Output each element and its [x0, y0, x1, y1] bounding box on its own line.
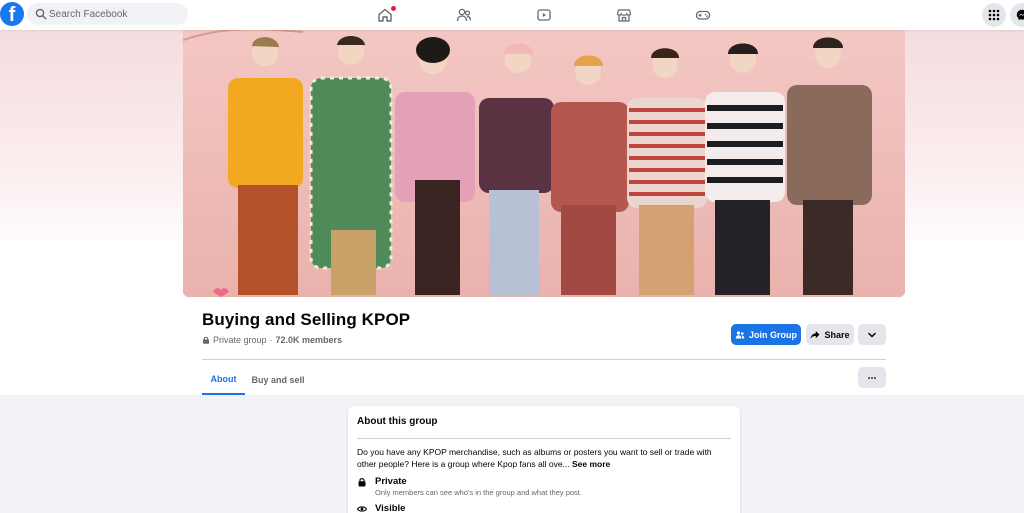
friends-icon	[456, 8, 472, 22]
nav-tab-friends[interactable]	[434, 0, 494, 30]
cover-photo[interactable]	[183, 30, 905, 297]
top-navigation-bar: f	[0, 0, 1024, 30]
feature-visible-title: Visible	[375, 503, 406, 513]
join-group-label: Join Group	[749, 329, 797, 340]
search-box[interactable]	[27, 3, 188, 25]
messenger-button[interactable]	[1010, 3, 1024, 27]
tabs-more-button[interactable]	[858, 367, 886, 388]
nav-tab-gaming[interactable]	[673, 0, 733, 30]
lock-icon	[358, 478, 366, 487]
nav-tab-marketplace[interactable]	[594, 0, 654, 30]
feature-private-title: Private	[375, 476, 407, 487]
more-options-dropdown-button[interactable]	[858, 324, 886, 345]
marketplace-icon	[616, 9, 632, 22]
watch-video-icon	[537, 9, 551, 21]
share-label: Share	[824, 329, 850, 340]
group-member-count[interactable]: 72.0K members	[276, 335, 343, 345]
cover-photo-image	[183, 30, 905, 297]
about-card-divider	[357, 438, 731, 439]
meta-separator: ·	[269, 335, 273, 345]
feature-private-subtitle: Only members can see who's in the group …	[375, 488, 582, 497]
facebook-logo[interactable]: f	[0, 2, 24, 26]
chevron-down-icon	[868, 332, 876, 337]
share-button[interactable]: Share	[806, 324, 854, 345]
notification-dot	[391, 6, 396, 11]
lock-icon	[203, 336, 209, 344]
tab-about[interactable]: About	[202, 365, 245, 395]
feature-private: Private Only members can see who's in th…	[357, 476, 582, 497]
header-divider	[202, 359, 886, 360]
messenger-icon	[1016, 9, 1024, 21]
nav-tab-home[interactable]	[355, 0, 415, 30]
join-group-button[interactable]: Join Group	[731, 324, 801, 345]
group-meta: Private group · 72.0K members	[202, 335, 342, 345]
gaming-controller-icon	[695, 10, 711, 20]
search-input[interactable]	[49, 3, 184, 25]
grid-menu-icon	[988, 9, 1000, 21]
description-text: Do you have any KPOP merchandise, such a…	[357, 447, 712, 469]
about-card-title: About this group	[357, 416, 438, 427]
people-icon	[735, 330, 745, 338]
see-more-link[interactable]: See more	[572, 459, 610, 469]
tab-buy-and-sell[interactable]: Buy and sell	[247, 365, 309, 395]
group-name-title: Buying and Selling KPOP	[202, 310, 411, 329]
feature-visible: Visible	[357, 503, 405, 513]
menu-button[interactable]	[982, 3, 1006, 27]
eye-icon	[357, 506, 367, 512]
ellipsis-icon	[868, 376, 876, 379]
nav-tab-watch[interactable]	[514, 0, 574, 30]
group-privacy: Private group	[213, 335, 267, 345]
about-card-description: Do you have any KPOP merchandise, such a…	[357, 446, 729, 470]
about-group-card: About this group Do you have any KPOP me…	[348, 406, 740, 513]
share-arrow-icon	[810, 330, 820, 339]
search-icon	[35, 8, 47, 20]
